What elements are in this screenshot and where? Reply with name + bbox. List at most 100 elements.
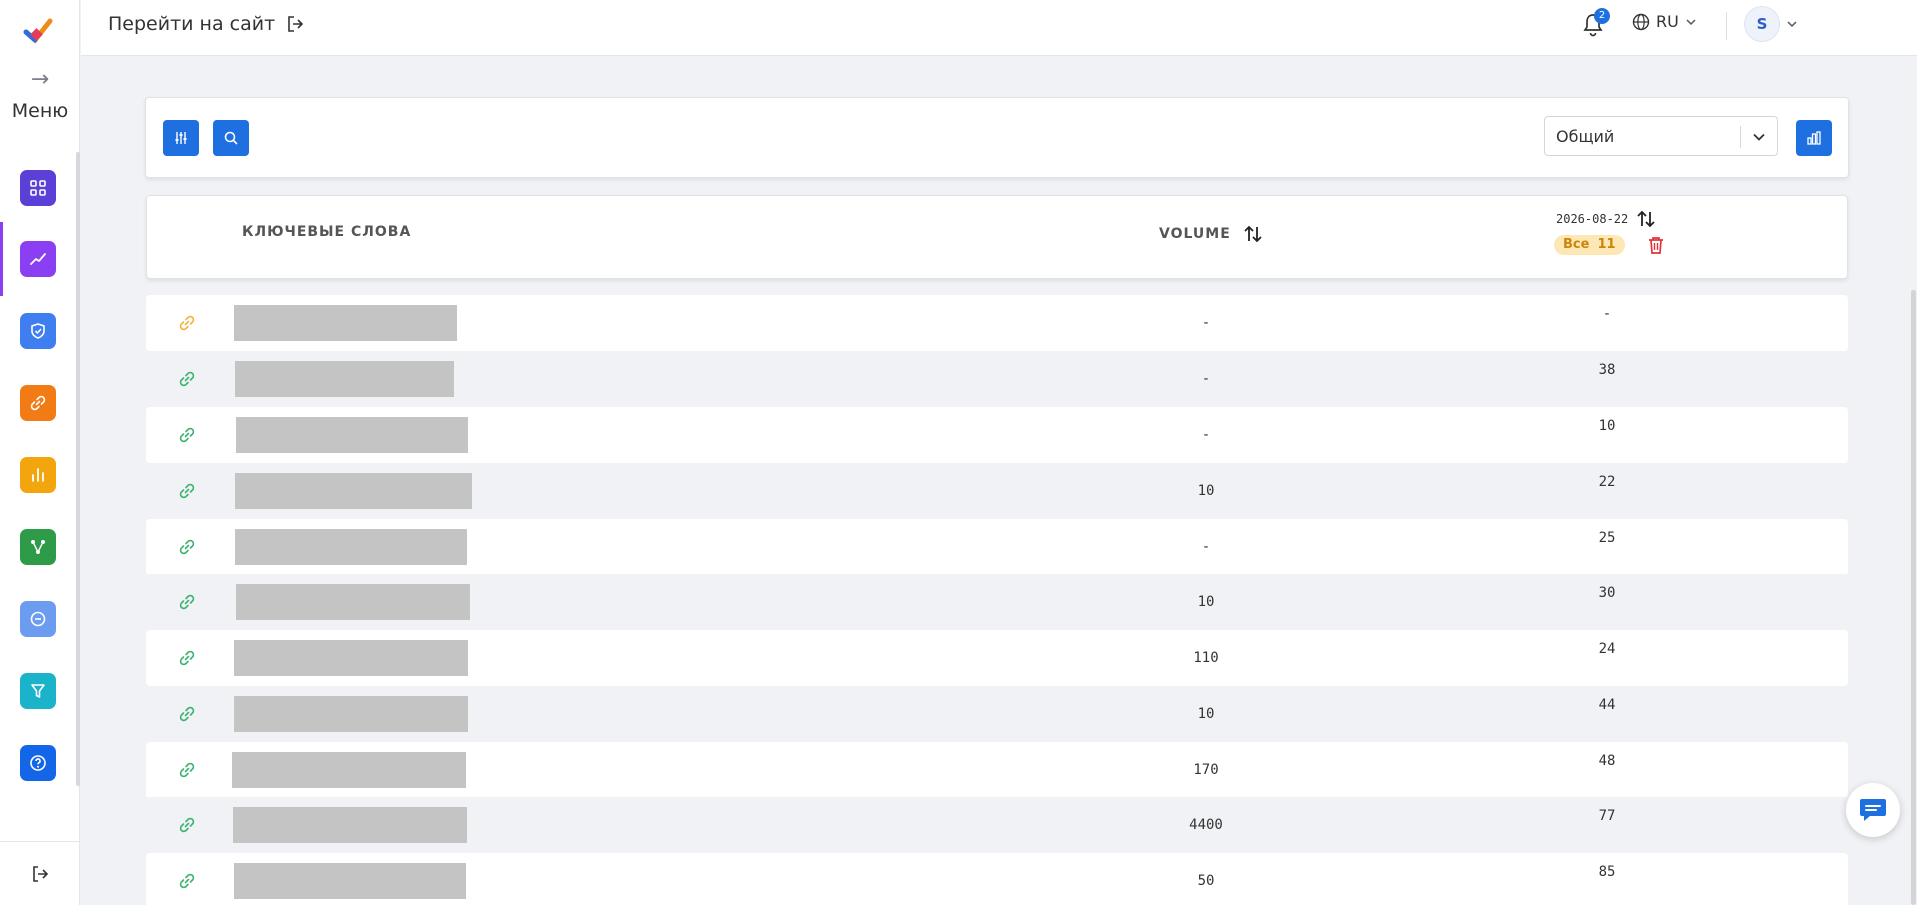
position-cell: 44: [1598, 697, 1616, 713]
search-button[interactable]: [213, 120, 249, 156]
question-icon: [30, 755, 46, 771]
sidebar-item-minus[interactable]: [20, 601, 56, 637]
logout-icon[interactable]: [30, 864, 50, 884]
language-label: RU: [1656, 12, 1679, 31]
filter-icon: [31, 684, 45, 698]
group-select[interactable]: Общий: [1544, 116, 1778, 156]
volume-cell: 50: [1197, 873, 1215, 889]
table-row[interactable]: 110 24: [146, 630, 1848, 686]
link-icon[interactable]: [177, 313, 197, 333]
link-icon[interactable]: [177, 537, 197, 557]
position-cell: 48: [1598, 753, 1616, 769]
keyword-redacted: [233, 807, 467, 843]
sort-icon[interactable]: [1243, 224, 1263, 244]
select-divider: [1740, 126, 1741, 148]
keyword-redacted: [234, 640, 468, 676]
volume-cell: 110: [1193, 650, 1219, 666]
logo-icon[interactable]: [23, 18, 53, 44]
position-cell: 77: [1598, 808, 1616, 824]
link-icon[interactable]: [177, 760, 197, 780]
volume-cell: 10: [1197, 483, 1215, 499]
chevron-down-icon: [1787, 21, 1797, 28]
sidebar-scrollbar[interactable]: [76, 152, 80, 786]
table-row[interactable]: - 38: [146, 351, 1848, 407]
table-row[interactable]: 10 44: [146, 686, 1848, 742]
link-icon[interactable]: [177, 704, 197, 724]
external-exit-icon: [288, 16, 304, 32]
table-row[interactable]: --: [146, 295, 1848, 351]
notification-badge: 2: [1594, 8, 1610, 24]
volume-cell: -: [1201, 427, 1211, 443]
column-date[interactable]: 2026-08-22: [1556, 209, 1656, 229]
position-cell: 24: [1598, 641, 1616, 657]
language-selector[interactable]: RU: [1632, 12, 1697, 31]
sidebar-item-clusters[interactable]: [20, 529, 56, 565]
goto-site-link[interactable]: Перейти на сайт: [108, 13, 305, 35]
user-menu[interactable]: S: [1744, 6, 1798, 42]
keyword-redacted: [234, 863, 466, 899]
trend-icon: [30, 253, 46, 265]
chart-button[interactable]: [1796, 120, 1832, 156]
sidebar-item-dashboard[interactable]: [20, 170, 56, 206]
keyword-redacted: [235, 529, 467, 565]
header-divider: [1726, 12, 1727, 40]
volume-cell: -: [1201, 315, 1211, 331]
table-row[interactable]: - 25: [146, 519, 1848, 575]
sidebar-item-analytics[interactable]: [20, 457, 56, 493]
volume-cell: -: [1201, 539, 1211, 555]
settings-button[interactable]: [163, 120, 199, 156]
sidebar: → Меню: [0, 0, 80, 905]
keyword-redacted: [235, 361, 454, 397]
menu-label[interactable]: Меню: [0, 100, 80, 122]
keyword-redacted: [234, 696, 468, 732]
minus-circle-icon: [30, 611, 46, 627]
sidebar-item-links[interactable]: [20, 385, 56, 421]
link-icon[interactable]: [177, 425, 197, 445]
link-icon[interactable]: [177, 815, 197, 835]
chevron-down-icon: [1686, 18, 1696, 25]
position-cell: 38: [1598, 362, 1616, 378]
volume-cell: -: [1201, 371, 1211, 387]
grid-icon: [30, 180, 46, 196]
menu-arrow-icon[interactable]: →: [0, 69, 80, 91]
search-icon: [224, 131, 238, 145]
table-row[interactable]: 4400 77: [146, 797, 1848, 853]
chat-button[interactable]: [1846, 783, 1900, 837]
sort-icon[interactable]: [1636, 209, 1656, 229]
sidebar-item-filter[interactable]: [20, 673, 56, 709]
logout-area: [0, 841, 80, 905]
volume-cell: 10: [1197, 706, 1215, 722]
column-volume[interactable]: VOLUME: [1159, 224, 1263, 244]
position-cell: 22: [1598, 474, 1616, 490]
table-row[interactable]: - 10: [146, 407, 1848, 463]
sidebar-item-positions[interactable]: [20, 241, 56, 277]
network-icon: [31, 540, 45, 554]
link-icon[interactable]: [177, 592, 197, 612]
position-cell: 85: [1598, 864, 1616, 880]
table-row[interactable]: 50 85: [146, 853, 1848, 905]
sidebar-item-audit[interactable]: [20, 313, 56, 349]
link-icon[interactable]: [177, 871, 197, 891]
table-header: КЛЮЧЕВЫЕ СЛОВА VOLUME 2026-08-22 Все 11: [146, 195, 1848, 279]
position-cell: 25: [1598, 530, 1616, 546]
sliders-icon: [175, 132, 187, 144]
badge-label: Все: [1563, 237, 1590, 252]
trash-icon[interactable]: [1647, 235, 1665, 255]
avatar[interactable]: S: [1744, 6, 1780, 42]
table-row[interactable]: 10 30: [146, 574, 1848, 630]
bar-chart-icon: [1807, 131, 1821, 145]
bar-chart-icon: [32, 468, 44, 482]
all-count-badge[interactable]: Все 11: [1554, 235, 1625, 255]
link-icon: [30, 395, 46, 411]
filter-toolbar: Общий: [145, 97, 1849, 178]
table-row[interactable]: 10 22: [146, 463, 1848, 519]
link-icon[interactable]: [177, 481, 197, 501]
table-row[interactable]: 170 48: [146, 742, 1848, 798]
active-indicator: [0, 222, 3, 296]
link-icon[interactable]: [177, 369, 197, 389]
link-icon[interactable]: [177, 648, 197, 668]
sidebar-item-help[interactable]: [20, 745, 56, 781]
keyword-redacted: [236, 584, 470, 620]
page-scrollbar[interactable]: [1911, 290, 1916, 905]
volume-cell: 170: [1193, 762, 1219, 778]
